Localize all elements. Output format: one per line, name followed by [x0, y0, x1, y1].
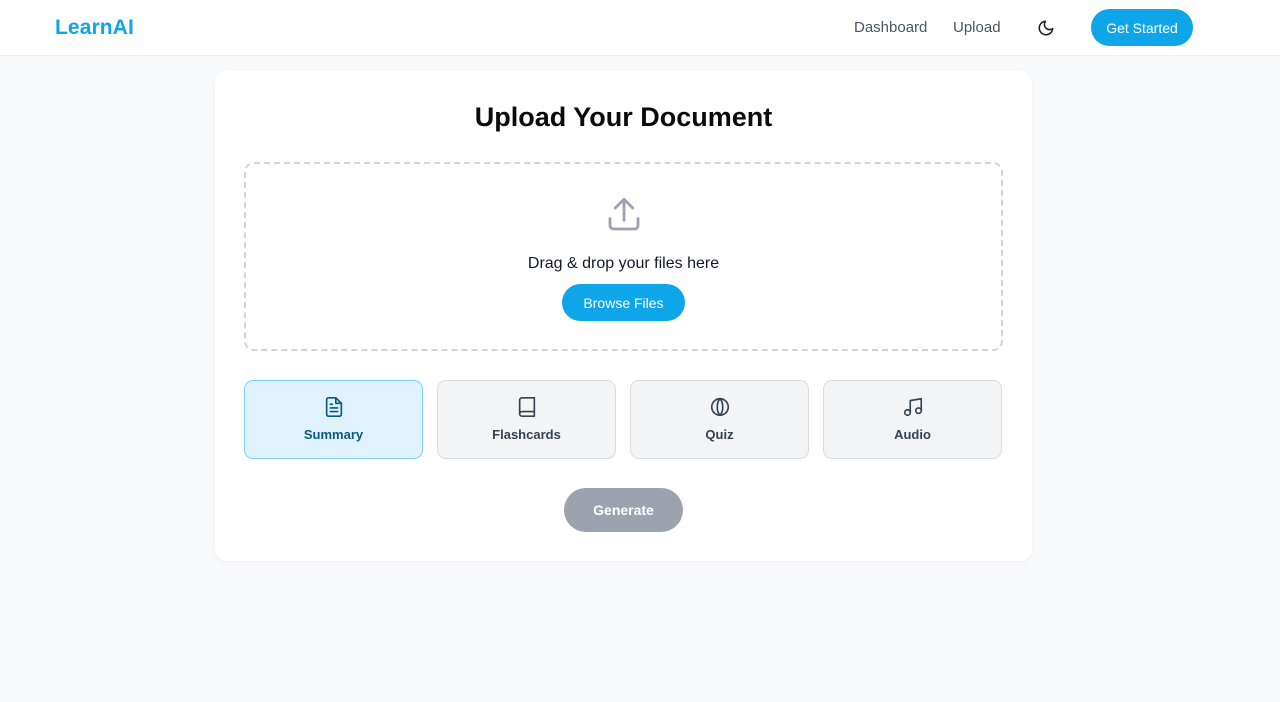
- option-quiz[interactable]: Quiz: [630, 380, 809, 459]
- upload-card: Upload Your Document Drag & drop your fi…: [215, 71, 1032, 561]
- brain-icon: [710, 397, 730, 417]
- browse-files-button[interactable]: Browse Files: [562, 284, 685, 321]
- nav-link-upload[interactable]: Upload: [953, 19, 1001, 36]
- option-quiz-label: Quiz: [705, 427, 734, 442]
- option-summary[interactable]: Summary: [244, 380, 423, 459]
- get-started-button[interactable]: Get Started: [1091, 9, 1193, 46]
- option-summary-label: Summary: [303, 427, 364, 442]
- moon-icon: [1038, 20, 1054, 36]
- book-icon: [518, 397, 536, 417]
- top-navigation-bar: LearnAI Dashboard Upload Get Started: [0, 0, 1280, 56]
- upload-icon: [608, 197, 640, 231]
- page-title: Upload Your Document: [474, 102, 773, 132]
- dropzone-instructions: Drag & drop your files here: [527, 255, 720, 272]
- nav-link-dashboard[interactable]: Dashboard: [854, 19, 927, 36]
- option-flashcards-label: Flashcards: [492, 427, 561, 442]
- option-audio[interactable]: Audio: [823, 380, 1002, 459]
- generate-button[interactable]: Generate: [564, 488, 683, 532]
- option-audio-label: Audio: [894, 427, 931, 442]
- brand-logo[interactable]: LearnAI: [55, 16, 134, 40]
- document-icon: [325, 397, 343, 417]
- file-dropzone[interactable]: Drag & drop your files here Browse Files: [244, 162, 1003, 351]
- theme-toggle-button[interactable]: [1034, 16, 1058, 40]
- output-type-options: Summary Flashcards Quiz Audio: [244, 380, 1003, 459]
- option-flashcards[interactable]: Flashcards: [437, 380, 616, 459]
- music-note-icon: [903, 397, 923, 417]
